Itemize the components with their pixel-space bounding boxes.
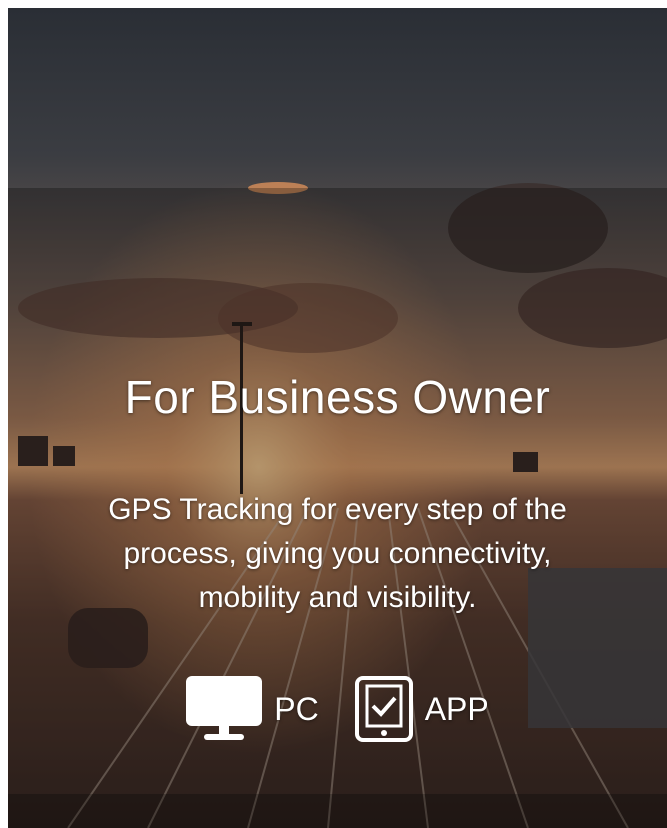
tablet-check-icon: [354, 676, 413, 742]
monitor-icon: [186, 676, 263, 740]
description-line: GPS Tracking for every step of the: [108, 493, 567, 526]
pc-label: PC: [274, 690, 319, 727]
app-platform-link[interactable]: APP: [354, 676, 489, 742]
section-description: GPS Tracking for every step of the proce…: [8, 488, 667, 620]
description-line: process, giving you connectivity,: [123, 537, 552, 570]
section-title: For Business Owner: [124, 371, 551, 423]
pc-platform-link[interactable]: PC: [186, 676, 319, 742]
business-owner-card: For Business Owner GPS Tracking for ever…: [8, 8, 667, 828]
description-line: mobility and visibility.: [198, 581, 477, 614]
bottom-band: [8, 794, 667, 828]
app-label: APP: [424, 690, 489, 727]
platform-links: PC APP: [8, 676, 667, 742]
